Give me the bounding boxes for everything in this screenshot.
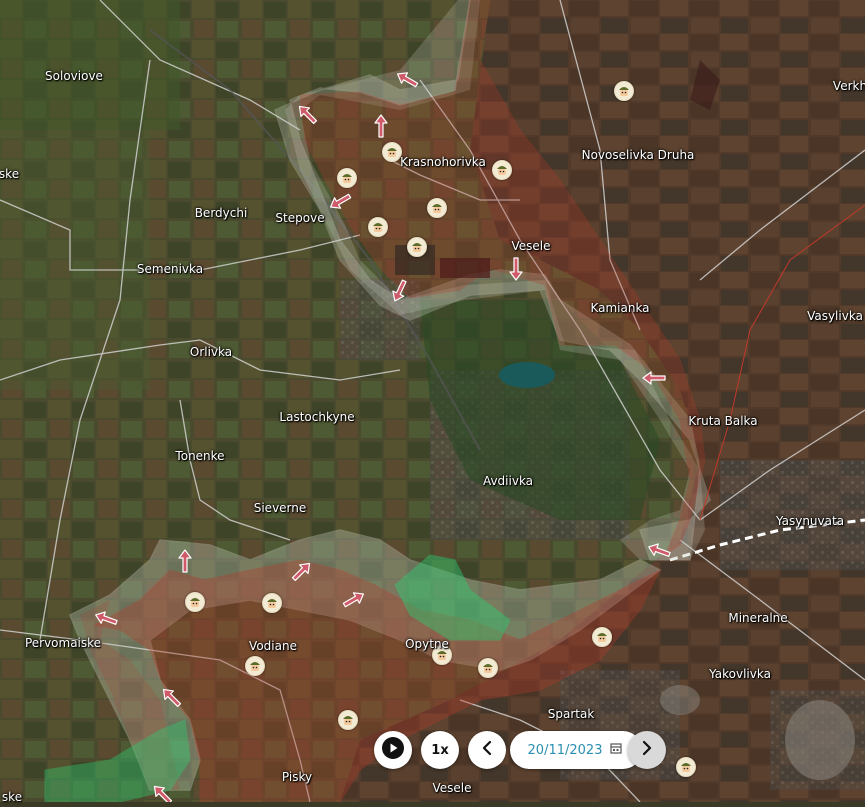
play-button[interactable] [374,731,412,769]
arrow-icon [95,611,118,625]
arrow-icon [291,562,311,582]
arrow-icon [509,257,523,281]
previous-date-button[interactable] [468,731,506,769]
arrow-icon [397,72,419,88]
unit-icon[interactable] [185,592,205,612]
unit-icon[interactable] [338,710,358,730]
unit-icon[interactable] [407,237,427,257]
arrow-icon [342,592,364,608]
calendar-icon [610,742,623,758]
unit-icon[interactable] [427,198,447,218]
unit-icon[interactable] [245,656,265,676]
arrow-icon [392,279,407,302]
unit-icon[interactable] [262,593,282,613]
arrow-icon [642,371,666,385]
arrow-icon [374,114,388,138]
unit-icon[interactable] [676,757,696,777]
unit-icon[interactable] [368,217,388,237]
next-date-button[interactable] [628,731,666,769]
speed-button[interactable]: 1x [421,731,459,769]
unit-icon[interactable] [382,142,402,162]
arrow-icon [298,105,318,125]
unit-icon[interactable] [614,81,634,101]
arrow-icon [153,785,173,802]
arrow-icon [648,543,671,557]
unit-icon[interactable] [337,168,357,188]
unit-icon[interactable] [432,645,452,665]
unit-icon[interactable] [592,627,612,647]
arrow-icon [162,688,182,708]
play-icon [381,736,405,765]
chevron-right-icon [640,740,654,761]
timeline-controls: 1x 20/11/2023 [374,731,667,773]
unit-icon[interactable] [492,160,512,180]
date-picker[interactable]: 20/11/2023 [510,731,642,769]
map-canvas[interactable]: Soloviove ske Berdychi Stepove Semenivka… [0,0,865,804]
unit-icon[interactable] [478,658,498,678]
chevron-left-icon [480,740,494,761]
date-value: 20/11/2023 [527,742,603,758]
attack-arrows [95,72,671,802]
arrow-icon [178,549,192,573]
arrow-icon [330,193,352,209]
speed-label: 1x [431,742,449,758]
